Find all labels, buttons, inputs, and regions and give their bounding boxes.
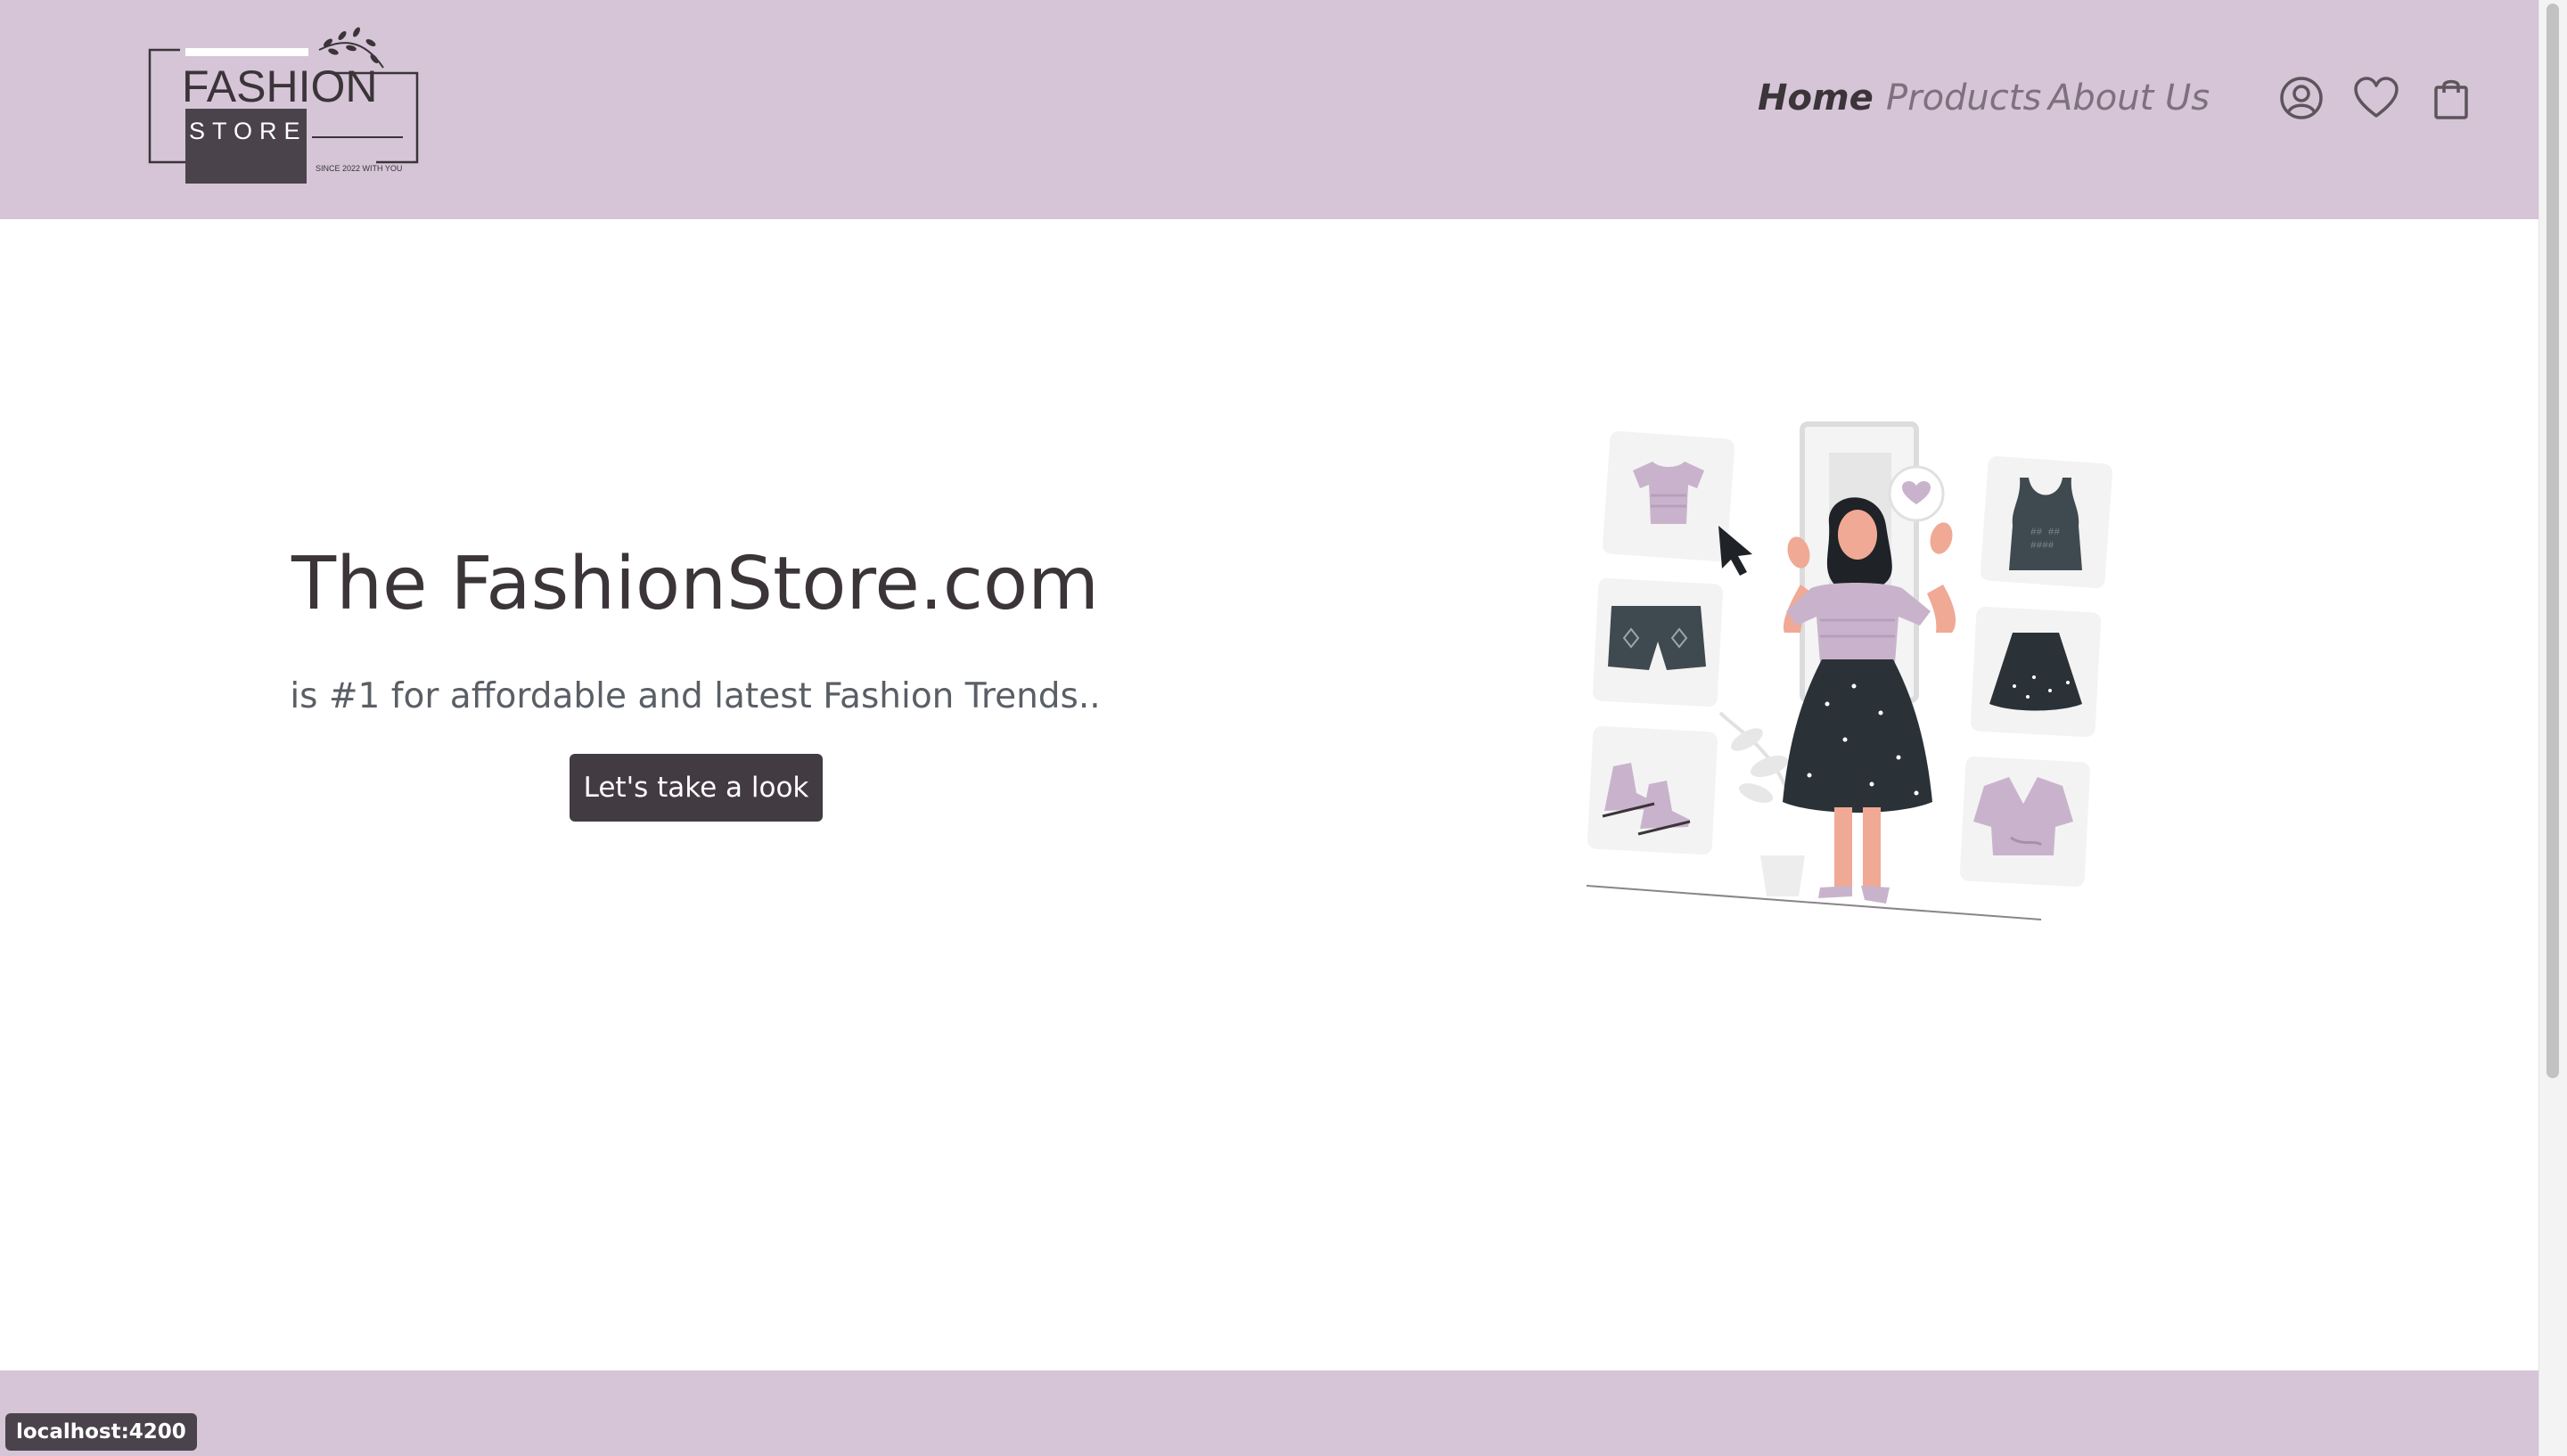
tanktop-card: ## ## #### <box>1980 455 2113 589</box>
status-url: localhost:4200 <box>5 1413 197 1451</box>
blouse-card <box>1959 756 2091 888</box>
sneakers-card <box>1587 725 1718 855</box>
site-header: FASHION STORE SINCE 2022 WITH YOU Home P… <box>0 0 2538 219</box>
brand-logo[interactable]: FASHION STORE SINCE 2022 WITH YOU <box>144 23 421 192</box>
nav-home[interactable]: Home <box>1758 71 1874 125</box>
svg-text:####: #### <box>2030 541 2054 552</box>
logo-tagline: SINCE 2022 WITH YOU <box>316 164 402 173</box>
logo-text-store: STORE <box>189 118 308 144</box>
hero-subtitle: is #1 for affordable and latest Fashion … <box>290 676 1101 716</box>
hero-title: The FashionStore.com <box>291 542 1099 626</box>
tshirt-card <box>1603 430 1735 562</box>
nav-products[interactable]: Products <box>1886 71 2041 125</box>
shopping-bag-icon[interactable] <box>2428 75 2474 121</box>
logo-text-fashion: FASHION <box>182 61 377 111</box>
svg-text:## ##: ## ## <box>2030 528 2060 538</box>
page-scrollbar[interactable] <box>2538 0 2567 1456</box>
user-account-icon[interactable] <box>2278 75 2325 121</box>
shorts-card <box>1592 577 1724 708</box>
scrollbar-thumb[interactable] <box>2546 4 2559 1078</box>
skirt-card <box>1970 606 2102 738</box>
brand-logo-mark: FASHION STORE SINCE 2022 WITH YOU <box>148 27 419 184</box>
nav-about-us[interactable]: About Us <box>2048 71 2210 125</box>
take-a-look-button[interactable]: Let's take a look <box>570 754 823 822</box>
site-footer <box>0 1370 2538 1456</box>
fashion-illustration: ## ## #### <box>1578 419 2121 927</box>
heart-icon[interactable] <box>2353 75 2399 121</box>
